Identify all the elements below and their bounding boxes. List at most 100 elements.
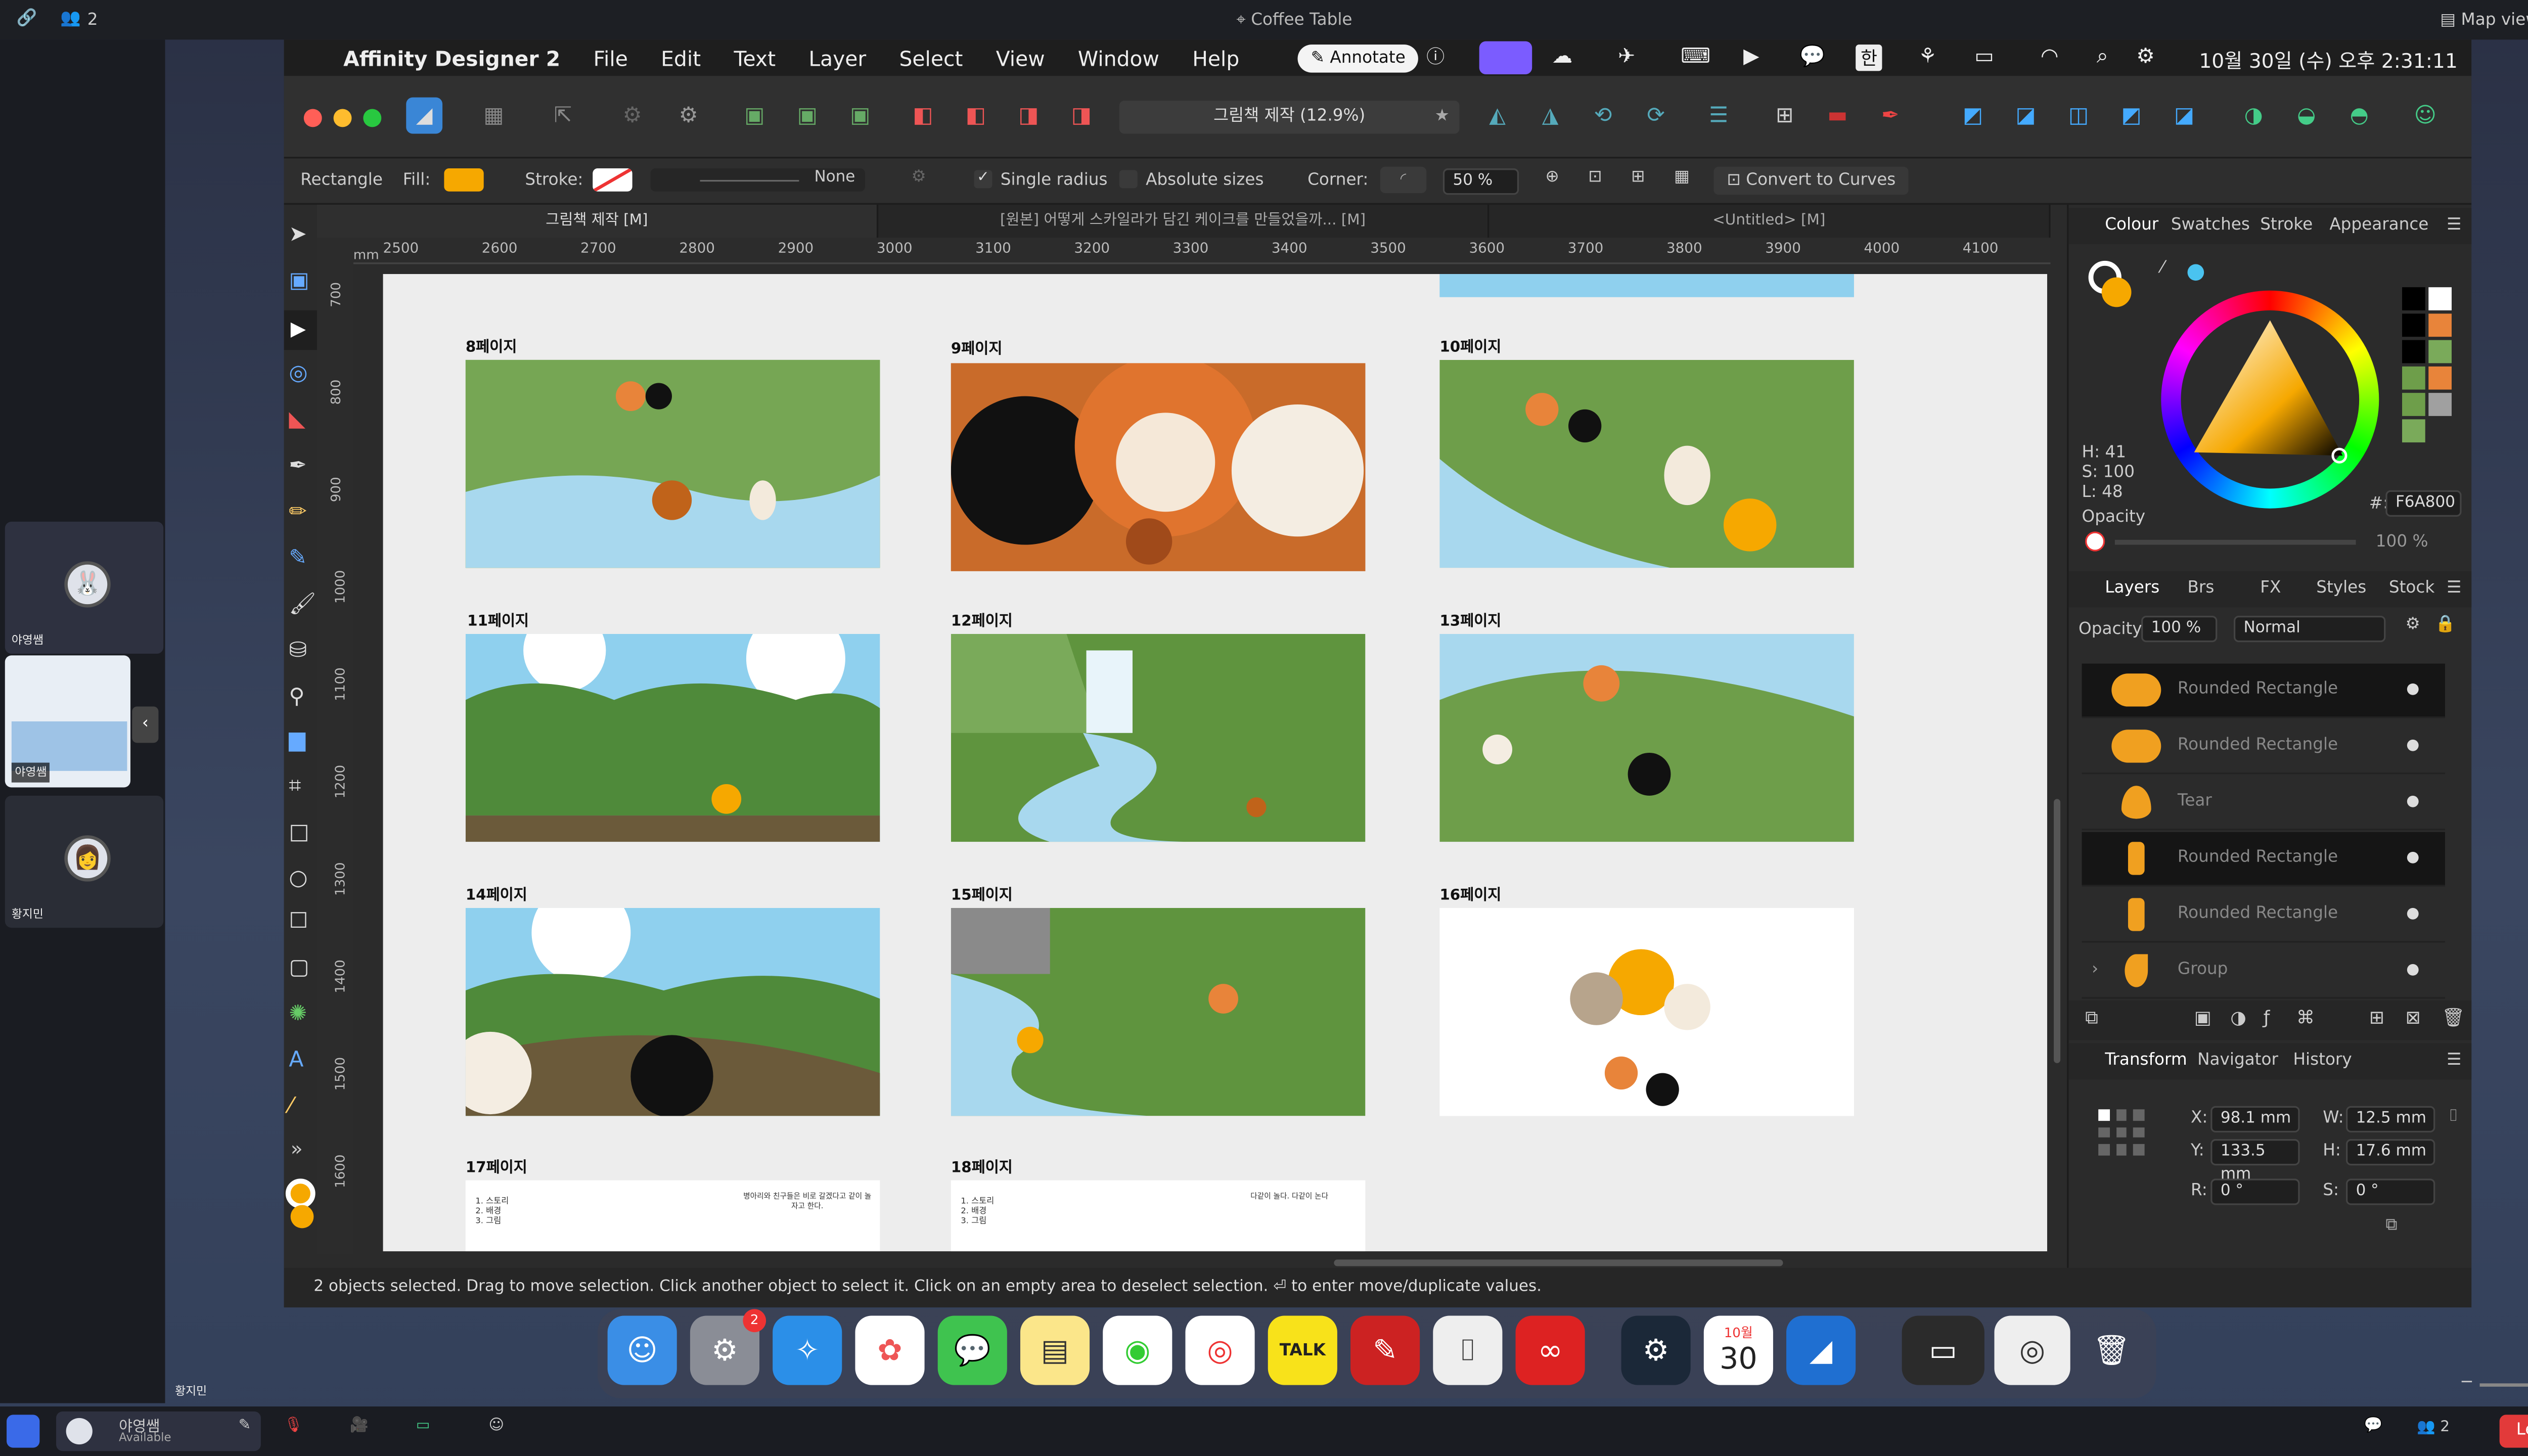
blend-mode-select[interactable]: Normal: [2233, 615, 2386, 643]
participants-button[interactable]: 👥 2: [2417, 1420, 2450, 1436]
visibility-dot-icon[interactable]: [2407, 683, 2419, 695]
select-inside-icon[interactable]: ▣: [842, 98, 878, 134]
annotate-button[interactable]: ✎ Annotate: [1297, 44, 1419, 73]
menu-edit[interactable]: Edit: [661, 46, 701, 70]
rotate-right-icon[interactable]: ⟳: [1638, 98, 1674, 134]
page-thumbnail-17[interactable]: 1. 스토리 2. 배경 3. 그림 병아리와 친구들은 비로 갈겠다고 같이 놀자…: [465, 1180, 880, 1252]
chat-icon[interactable]: 💬: [2364, 1419, 2383, 1434]
single-radius-checkbox[interactable]: ✓: [974, 170, 992, 189]
tab-appearance[interactable]: Appearance: [2329, 216, 2428, 235]
control-center-icon[interactable]: ⚙: [2136, 46, 2155, 67]
w-field[interactable]: 12.5 mm: [2345, 1106, 2435, 1132]
app-menu[interactable]: Affinity Designer 2: [343, 46, 560, 70]
visibility-dot-icon[interactable]: [2407, 907, 2419, 920]
no-colour-icon[interactable]: [2085, 531, 2105, 552]
app-logo-icon[interactable]: [7, 1415, 40, 1448]
keyboard-icon[interactable]: ⌨: [1681, 46, 1710, 67]
colour-triangle[interactable]: [2161, 291, 2379, 509]
ellipse-tool-icon[interactable]: ○: [289, 869, 307, 890]
adjustment-icon[interactable]: ◑: [2230, 1009, 2246, 1027]
messages-icon[interactable]: 💬: [937, 1315, 1007, 1385]
layer-row[interactable]: Tear: [2082, 776, 2445, 831]
fill-tool-icon[interactable]: ⛁: [289, 641, 307, 662]
visibility-dot-icon[interactable]: [2407, 851, 2419, 863]
page-thumbnail-15[interactable]: [951, 907, 1366, 1116]
menu-help[interactable]: Help: [1192, 46, 1239, 70]
artboard-tool-icon[interactable]: ▣: [289, 271, 309, 292]
tab-styles[interactable]: Styles: [2316, 579, 2366, 598]
add-layer-icon[interactable]: ⊞: [2369, 1009, 2384, 1027]
chat-bubble-icon[interactable]: 💬: [1799, 46, 1825, 67]
trash-icon[interactable]: 🗑: [2077, 1315, 2146, 1385]
secondary-colour-icon[interactable]: [290, 1205, 314, 1228]
geometry-divide-icon[interactable]: ◪: [2166, 98, 2202, 134]
paint-brush-icon[interactable]: 🖌: [289, 595, 316, 616]
screen-share-status-icon[interactable]: [1479, 41, 1532, 74]
delete-layer-icon[interactable]: 🗑: [2442, 1009, 2465, 1027]
geometry-subtract-icon[interactable]: ◪: [2008, 98, 2044, 134]
page-thumbnail-7-partial[interactable]: [1439, 274, 1854, 297]
zoom-window-button[interactable]: [363, 109, 382, 127]
layer-row[interactable]: Rounded Rectangle: [2082, 832, 2445, 887]
wifi-icon[interactable]: ◠: [2041, 46, 2059, 67]
map-view-button[interactable]: ▤ Map view: [2440, 11, 2528, 29]
minimize-window-button[interactable]: [333, 109, 352, 127]
battery-icon[interactable]: ▭: [1974, 46, 1994, 67]
vertical-scrollbar[interactable]: [2054, 799, 2061, 1063]
pen-node-icon[interactable]: ✒: [1872, 98, 1909, 134]
tab-document-1[interactable]: 그림책 제작 [M]: [317, 204, 879, 238]
flip-horizontal-icon[interactable]: ◭: [1479, 98, 1516, 134]
pixel-persona-icon[interactable]: ▦: [475, 98, 512, 134]
page-thumbnail-13[interactable]: [1439, 633, 1854, 842]
zoom-out-icon[interactable]: −: [2460, 1374, 2473, 1392]
x-field[interactable]: 98.1 mm: [2210, 1106, 2300, 1132]
window-preview-icon[interactable]: ▭: [1902, 1315, 1984, 1385]
page-thumbnail-14[interactable]: [465, 907, 880, 1116]
move-tool-icon[interactable]: ➤: [289, 224, 307, 246]
account-icon[interactable]: ☺: [2407, 98, 2444, 134]
rounded-rect-tool-icon[interactable]: ▢: [289, 958, 309, 979]
screen-share-icon[interactable]: ▭: [416, 1419, 430, 1434]
edit-status-icon[interactable]: ✎: [239, 1418, 251, 1435]
move-forward-icon[interactable]: ◨: [1010, 98, 1047, 134]
opacity-slider[interactable]: [2114, 539, 2356, 545]
camera-off-icon[interactable]: 🎥: [350, 1419, 369, 1434]
tab-stroke[interactable]: Stroke: [2260, 216, 2313, 235]
document-title[interactable]: 그림책 제작 (12.9%) ★: [1119, 101, 1460, 134]
h-field[interactable]: 17.6 mm: [2345, 1139, 2435, 1166]
layer-opacity-field[interactable]: 100 %: [2141, 615, 2218, 643]
view-mode-icon[interactable]: ◓: [2341, 98, 2377, 134]
screen-share-thumbnail[interactable]: 야영쌤: [5, 655, 130, 788]
menu-view[interactable]: View: [996, 46, 1045, 70]
steam-icon[interactable]: ⚙: [1621, 1315, 1691, 1385]
lock-icon[interactable]: 🔒: [2435, 617, 2456, 634]
vectornator-icon[interactable]: ✎: [1350, 1315, 1420, 1385]
pencil-tool-icon[interactable]: ✏: [289, 502, 307, 523]
arrange-icon[interactable]: ⧉: [2085, 1009, 2098, 1027]
swatch-grid[interactable]: [2402, 287, 2452, 445]
tab-stock[interactable]: Stock: [2389, 579, 2434, 598]
colour-well-icon[interactable]: [285, 1178, 315, 1209]
node-tool-active[interactable]: ▶: [284, 310, 317, 350]
rotation-field[interactable]: 0 °: [2210, 1178, 2300, 1205]
grid-icon[interactable]: ▦: [1674, 169, 1690, 187]
select-same-icon[interactable]: ▣: [789, 98, 826, 134]
page-thumbnail-11[interactable]: [465, 633, 880, 842]
visibility-dot-icon[interactable]: [2407, 739, 2419, 751]
export-persona-icon[interactable]: ⇱: [545, 98, 581, 134]
tab-swatches[interactable]: Swatches: [2171, 216, 2250, 235]
page-thumbnail-9[interactable]: [951, 363, 1366, 571]
search-icon[interactable]: ⌕: [2097, 46, 2108, 67]
page-thumbnail-10[interactable]: [1439, 359, 1854, 568]
transparency-tool-icon[interactable]: ⚲: [289, 687, 304, 708]
settings-gear-icon[interactable]: ⚙: [614, 98, 651, 134]
align-icon[interactable]: ☰: [1700, 98, 1737, 134]
geometry-xor-icon[interactable]: ◩: [2113, 98, 2150, 134]
self-status[interactable]: 야영쌤 Available ✎: [56, 1411, 261, 1451]
polygon-tool-icon[interactable]: ✺: [289, 1004, 307, 1025]
layer-row[interactable]: Rounded Rectangle: [2082, 719, 2445, 775]
zoom-control[interactable]: −+: [2460, 1374, 2528, 1397]
anchor-grid[interactable]: [2098, 1109, 2145, 1156]
horizontal-scrollbar[interactable]: [1334, 1259, 1783, 1266]
geometry-intersect-icon[interactable]: ◫: [2060, 98, 2097, 134]
